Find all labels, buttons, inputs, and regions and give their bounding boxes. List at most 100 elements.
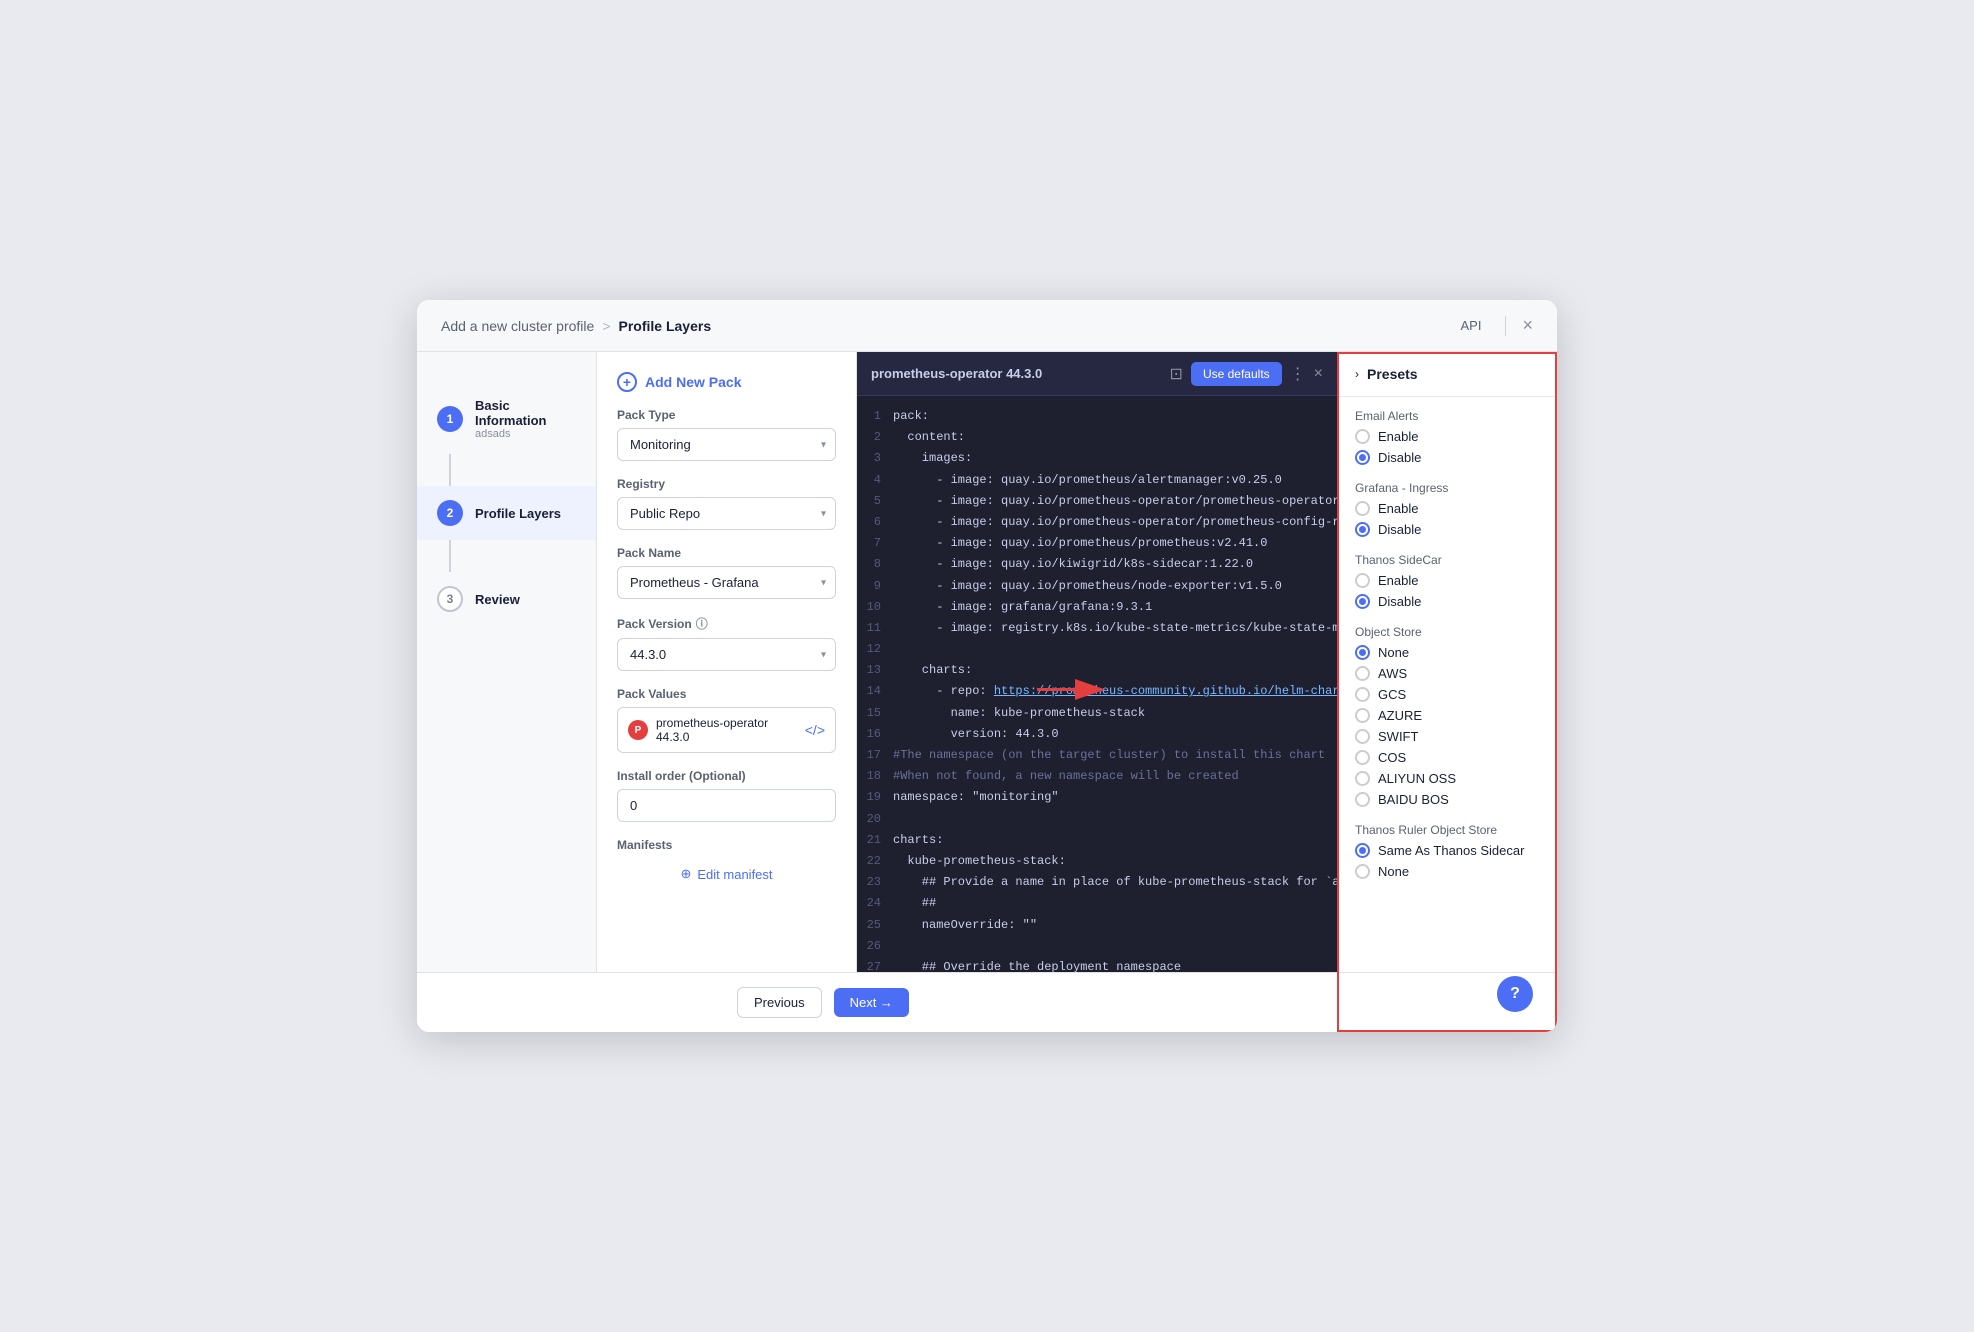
radio-item-email-alerts-disable[interactable]: Disable <box>1355 450 1541 465</box>
editor-close-icon[interactable]: × <box>1314 365 1323 383</box>
radio-item-object-store-none[interactable]: None <box>1355 645 1541 660</box>
previous-button[interactable]: Previous <box>737 987 822 1018</box>
install-order-field: Install order (Optional) <box>617 769 836 822</box>
radio-dot <box>1359 526 1366 533</box>
edit-manifest-button[interactable]: ⊕ Edit manifest <box>617 858 836 890</box>
pack-version-select-wrapper: 44.3.0 ▾ <box>617 638 836 671</box>
radio-item-object-store-aws[interactable]: AWS <box>1355 666 1541 681</box>
code-line: 1pack: <box>857 406 1337 427</box>
radio-item-object-store-swift[interactable]: SWIFT <box>1355 729 1541 744</box>
registry-field: Registry Public Repo ▾ <box>617 477 836 530</box>
pack-version-label: Pack Version <box>617 617 692 631</box>
pack-name-label: Pack Name <box>617 546 836 560</box>
code-line: 9 - image: quay.io/prometheus/node-expor… <box>857 576 1337 597</box>
presets-header: › Presets <box>1339 352 1557 397</box>
sidebar-item-review[interactable]: 3 Review <box>417 572 596 626</box>
help-button[interactable]: ? <box>1497 976 1533 1012</box>
radio-circle-icon <box>1355 429 1370 444</box>
sidebar-item-profile-layers[interactable]: 2 Profile Layers <box>417 486 596 540</box>
radio-circle-icon <box>1355 594 1370 609</box>
pack-version-info-icon: ⓘ <box>696 615 708 632</box>
preset-section-title-thanos-ruler-object-store: Thanos Ruler Object Store <box>1355 823 1541 837</box>
breadcrumb-base: Add a new cluster profile <box>441 318 594 334</box>
radio-item-grafana-ingress-disable[interactable]: Disable <box>1355 522 1541 537</box>
radio-circle-icon <box>1355 750 1370 765</box>
code-line: 15 name: kube-prometheus-stack <box>857 703 1337 724</box>
editor-title: prometheus-operator 44.3.0 <box>871 366 1042 381</box>
radio-item-thanos-sidecar-disable[interactable]: Disable <box>1355 594 1541 609</box>
pack-version-label-row: Pack Version ⓘ <box>617 615 836 632</box>
radio-circle-icon <box>1355 843 1370 858</box>
step-badge-2: 2 <box>437 500 463 526</box>
registry-select[interactable]: Public Repo <box>617 497 836 530</box>
presets-panel-wrapper: › Presets Email AlertsEnableDisableGrafa… <box>1337 352 1557 1032</box>
code-line: 3 images: <box>857 448 1337 469</box>
breadcrumb: Add a new cluster profile > Profile Laye… <box>441 318 711 334</box>
code-line: 7 - image: quay.io/prometheus/prometheus… <box>857 533 1337 554</box>
code-line: 2 content: <box>857 427 1337 448</box>
code-line: 25 nameOverride: "" <box>857 915 1337 936</box>
pack-name-field: Pack Name Prometheus - Grafana ▾ <box>617 546 836 599</box>
use-defaults-button[interactable]: Use defaults <box>1191 362 1282 386</box>
code-line: 21charts: <box>857 830 1337 851</box>
editor-expand-icon[interactable]: ⊡ <box>1170 364 1183 384</box>
radio-group-email-alerts: Enable Disable <box>1355 429 1541 465</box>
pack-version-select[interactable]: 44.3.0 <box>617 638 836 671</box>
api-button[interactable]: API <box>1453 314 1490 337</box>
radio-item-thanos-sidecar-enable[interactable]: Enable <box>1355 573 1541 588</box>
presets-body: Email AlertsEnableDisableGrafana - Ingre… <box>1339 397 1557 891</box>
code-line: 20 <box>857 809 1337 830</box>
radio-label: BAIDU BOS <box>1378 792 1449 807</box>
close-button[interactable]: × <box>1522 315 1533 336</box>
radio-label: AWS <box>1378 666 1407 681</box>
sidebar-item-basic-information[interactable]: 1 Basic Information adsads <box>417 384 596 454</box>
radio-circle-icon <box>1355 501 1370 516</box>
step-connector-1 <box>449 454 451 486</box>
next-button[interactable]: Next → <box>834 988 909 1017</box>
add-pack-title: + Add New Pack <box>617 372 836 392</box>
manifests-label: Manifests <box>617 838 836 852</box>
install-order-input[interactable] <box>617 789 836 822</box>
radio-dot <box>1359 649 1366 656</box>
radio-label: Disable <box>1378 450 1421 465</box>
pack-type-field: Pack Type Monitoring ▾ <box>617 408 836 461</box>
code-line: 10 - image: grafana/grafana:9.3.1 <box>857 597 1337 618</box>
radio-item-email-alerts-enable[interactable]: Enable <box>1355 429 1541 444</box>
radio-dot <box>1359 454 1366 461</box>
radio-item-thanos-ruler-object-store-same-as-thanos-sidecar[interactable]: Same As Thanos Sidecar <box>1355 843 1541 858</box>
sidebar: 1 Basic Information adsads 2 Profile Lay… <box>417 352 597 1032</box>
pack-name-select[interactable]: Prometheus - Grafana <box>617 566 836 599</box>
radio-circle-icon <box>1355 522 1370 537</box>
radio-item-thanos-ruler-object-store-none[interactable]: None <box>1355 864 1541 879</box>
radio-item-object-store-baidu-bos[interactable]: BAIDU BOS <box>1355 792 1541 807</box>
code-area: 1pack:2 content:3 images:4 - image: quay… <box>857 396 1337 1032</box>
manifests-field: Manifests ⊕ Edit manifest <box>617 838 836 890</box>
radio-label: ALIYUN OSS <box>1378 771 1456 786</box>
add-pack-icon: + <box>617 372 637 392</box>
editor-more-icon[interactable]: ⋮ <box>1290 364 1306 384</box>
preset-section-thanos-sidecar: Thanos SideCarEnableDisable <box>1355 553 1541 609</box>
code-line: 5 - image: quay.io/prometheus-operator/p… <box>857 491 1337 512</box>
pack-values-label: Pack Values <box>617 687 836 701</box>
radio-item-object-store-aliyun-oss[interactable]: ALIYUN OSS <box>1355 771 1541 786</box>
titlebar: Add a new cluster profile > Profile Laye… <box>417 300 1557 352</box>
code-edit-icon[interactable]: </> <box>805 722 825 738</box>
radio-circle-icon <box>1355 729 1370 744</box>
bottom-nav: Previous Next → <box>417 972 1557 1032</box>
main-window: Add a new cluster profile > Profile Laye… <box>417 300 1557 1032</box>
radio-item-object-store-cos[interactable]: COS <box>1355 750 1541 765</box>
radio-label: Enable <box>1378 501 1418 516</box>
radio-label: Disable <box>1378 594 1421 609</box>
radio-group-thanos-sidecar: Enable Disable <box>1355 573 1541 609</box>
radio-item-object-store-azure[interactable]: AZURE <box>1355 708 1541 723</box>
radio-group-grafana-ingress: Enable Disable <box>1355 501 1541 537</box>
radio-item-object-store-gcs[interactable]: GCS <box>1355 687 1541 702</box>
pack-type-label: Pack Type <box>617 408 836 422</box>
pack-form-panel: + Add New Pack Pack Type Monitoring ▾ Re… <box>597 352 857 1032</box>
radio-label: AZURE <box>1378 708 1422 723</box>
titlebar-actions: API × <box>1453 314 1533 337</box>
code-line: 24 ## <box>857 893 1337 914</box>
editor-area: prometheus-operator 44.3.0 ⊡ Use default… <box>857 352 1557 1032</box>
radio-item-grafana-ingress-enable[interactable]: Enable <box>1355 501 1541 516</box>
pack-type-select[interactable]: Monitoring <box>617 428 836 461</box>
